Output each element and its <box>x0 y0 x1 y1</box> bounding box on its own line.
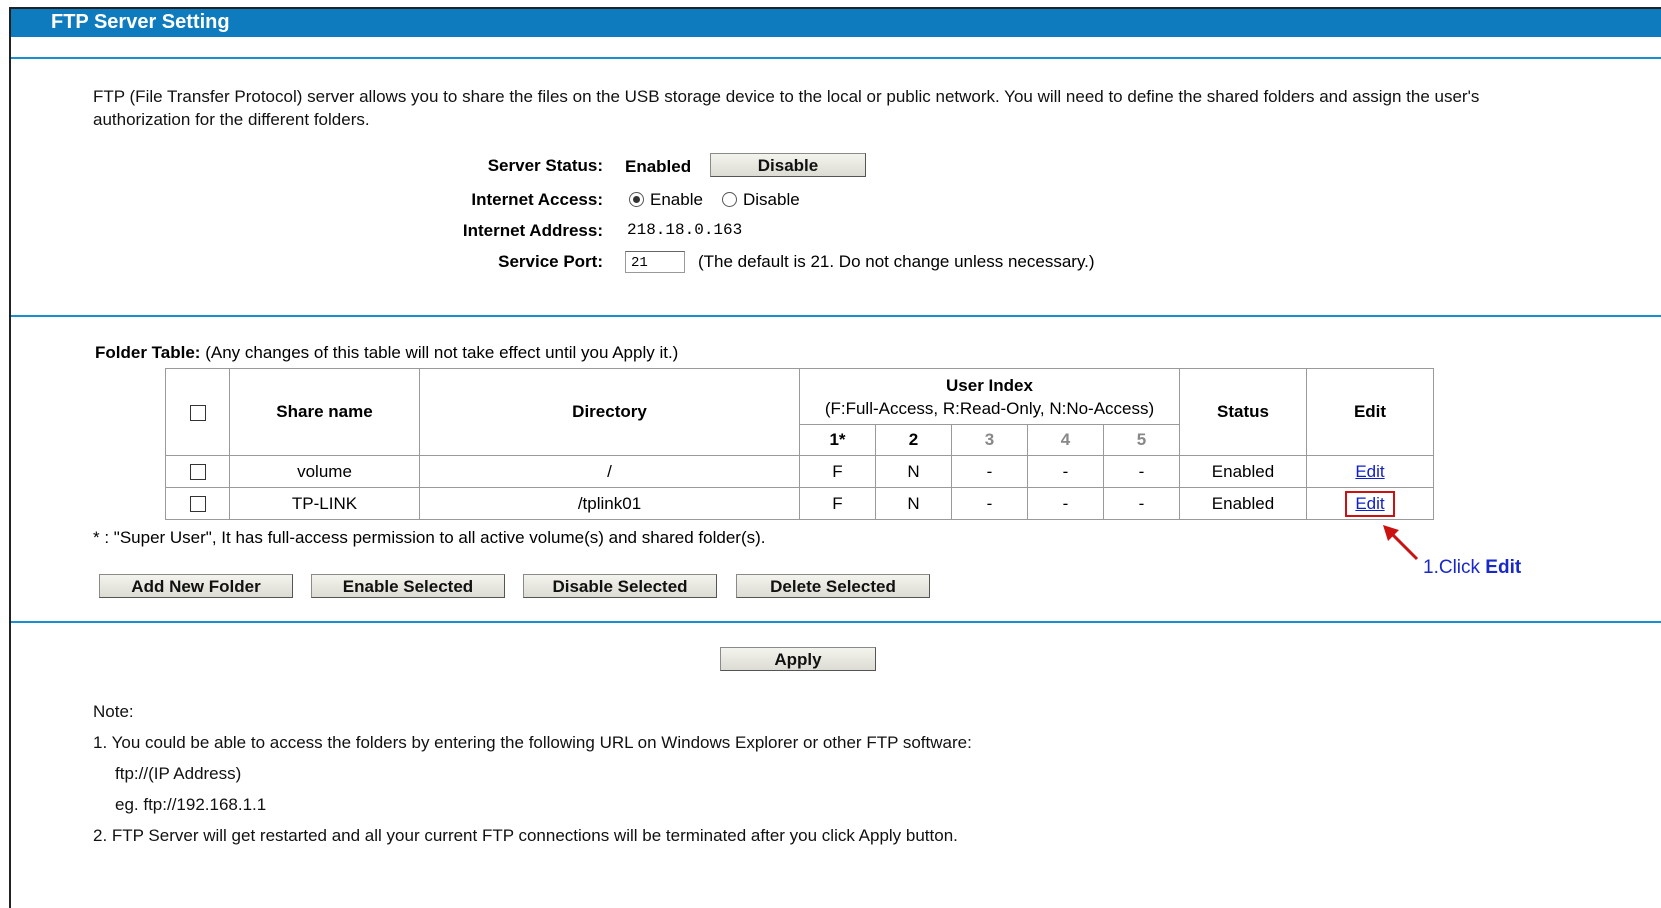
cell-user-2: N <box>875 455 952 488</box>
radio-enable-selected[interactable] <box>629 192 644 207</box>
cell-user-2: N <box>875 487 952 520</box>
header-user-2: 2 <box>875 424 952 456</box>
cell-user-5: - <box>1103 487 1180 520</box>
note-line-2: ftp://(IP Address) <box>115 764 242 783</box>
cell-share-name: volume <box>229 455 420 488</box>
service-port-hint: (The default is 21. Do not change unless… <box>698 252 1095 271</box>
page-frame: FTP Server Setting FTP (File Transfer Pr… <box>9 7 1661 908</box>
internet-address-value: 218.18.0.163 <box>627 221 743 239</box>
cell-user-3: - <box>951 455 1028 488</box>
select-all-checkbox[interactable] <box>189 404 206 421</box>
folder-table-hint: (Any changes of this table will not take… <box>205 343 679 362</box>
edit-highlight-box: Edit <box>1345 490 1395 517</box>
cell-user-3: - <box>951 487 1028 520</box>
internet-address-label: Internet Address: <box>462 221 603 240</box>
server-status-value: Enabled <box>625 157 692 176</box>
cell-user-4: - <box>1027 455 1104 488</box>
row-select-cell <box>165 455 230 488</box>
server-status-label: Server Status: <box>487 156 603 175</box>
header-edit: Edit <box>1306 368 1434 456</box>
disable-server-button[interactable]: Disable <box>710 153 866 177</box>
cell-user-5: - <box>1103 455 1180 488</box>
page-description: FTP (File Transfer Protocol) server allo… <box>93 87 1480 129</box>
cell-edit: Edit <box>1306 455 1434 488</box>
internet-access-label: Internet Access: <box>471 190 603 209</box>
folder-table-label: Folder Table: <box>95 343 201 362</box>
user-index-title: User Index <box>946 375 1033 395</box>
table-row: volume / F N - - - Enabled Edit <box>165 455 1434 488</box>
cell-user-1: F <box>799 487 876 520</box>
cell-user-1: F <box>799 455 876 488</box>
internet-access-enable-option[interactable]: Enable <box>629 190 703 210</box>
note-line-1: 1. You could be able to access the folde… <box>93 733 972 752</box>
delete-selected-button[interactable]: Delete Selected <box>736 574 930 598</box>
edit-link[interactable]: Edit <box>1355 462 1384 481</box>
cell-status: Enabled <box>1179 455 1307 488</box>
cell-directory: / <box>419 455 800 488</box>
divider <box>11 621 1661 623</box>
header-user-index: User Index (F:Full-Access, R:Read-Only, … <box>799 368 1180 425</box>
apply-button[interactable]: Apply <box>720 647 876 671</box>
header-user-4: 4 <box>1027 424 1104 456</box>
row-checkbox[interactable] <box>189 464 206 481</box>
cell-share-name: TP-LINK <box>229 487 420 520</box>
service-port-input[interactable]: 21 <box>625 251 685 273</box>
note-title: Note: <box>93 702 134 721</box>
disable-selected-button[interactable]: Disable Selected <box>523 574 717 598</box>
callout-bold: Edit <box>1485 557 1522 578</box>
radio-disable[interactable] <box>722 192 737 207</box>
cell-status: Enabled <box>1179 487 1307 520</box>
note-line-3: eg. ftp://192.168.1.1 <box>115 795 267 814</box>
edit-link[interactable]: Edit <box>1355 494 1384 513</box>
header-status: Status <box>1179 368 1307 456</box>
folder-table: Share name Directory User Index (F:Full-… <box>165 368 1434 520</box>
header-user-3: 3 <box>951 424 1028 456</box>
header-user-5: 5 <box>1103 424 1180 456</box>
internet-access-enable-label: Enable <box>650 190 703 209</box>
header-user-1: 1* <box>799 424 876 456</box>
super-user-footnote: * : "Super User", It has full-access per… <box>93 528 766 547</box>
header-share-name: Share name <box>229 368 420 456</box>
title-bar: FTP Server Setting <box>11 9 1661 37</box>
note-line-4: 2. FTP Server will get restarted and all… <box>93 826 958 845</box>
user-index-legend: (F:Full-Access, R:Read-Only, N:No-Access… <box>824 398 1155 418</box>
table-row: TP-LINK /tplink01 F N - - - Enabled Edit <box>165 487 1434 520</box>
page-title: FTP Server Setting <box>51 11 230 33</box>
callout-click-edit: 1.Click Edit <box>1423 557 1521 579</box>
divider <box>11 57 1661 59</box>
internet-access-disable-label: Disable <box>743 190 800 209</box>
cell-edit: Edit <box>1306 487 1434 520</box>
callout-arrow-icon <box>1383 525 1419 561</box>
callout-prefix: 1.Click <box>1423 557 1486 578</box>
row-checkbox[interactable] <box>189 496 206 513</box>
select-all-cell <box>165 368 230 456</box>
cell-directory: /tplink01 <box>419 487 800 520</box>
enable-selected-button[interactable]: Enable Selected <box>311 574 505 598</box>
internet-access-disable-option[interactable]: Disable <box>722 190 800 210</box>
folder-table-caption: Folder Table: (Any changes of this table… <box>95 343 678 363</box>
row-select-cell <box>165 487 230 520</box>
add-new-folder-button[interactable]: Add New Folder <box>99 574 293 598</box>
service-port-label: Service Port: <box>498 252 603 271</box>
header-directory: Directory <box>419 368 800 456</box>
cell-user-4: - <box>1027 487 1104 520</box>
divider <box>11 315 1661 317</box>
